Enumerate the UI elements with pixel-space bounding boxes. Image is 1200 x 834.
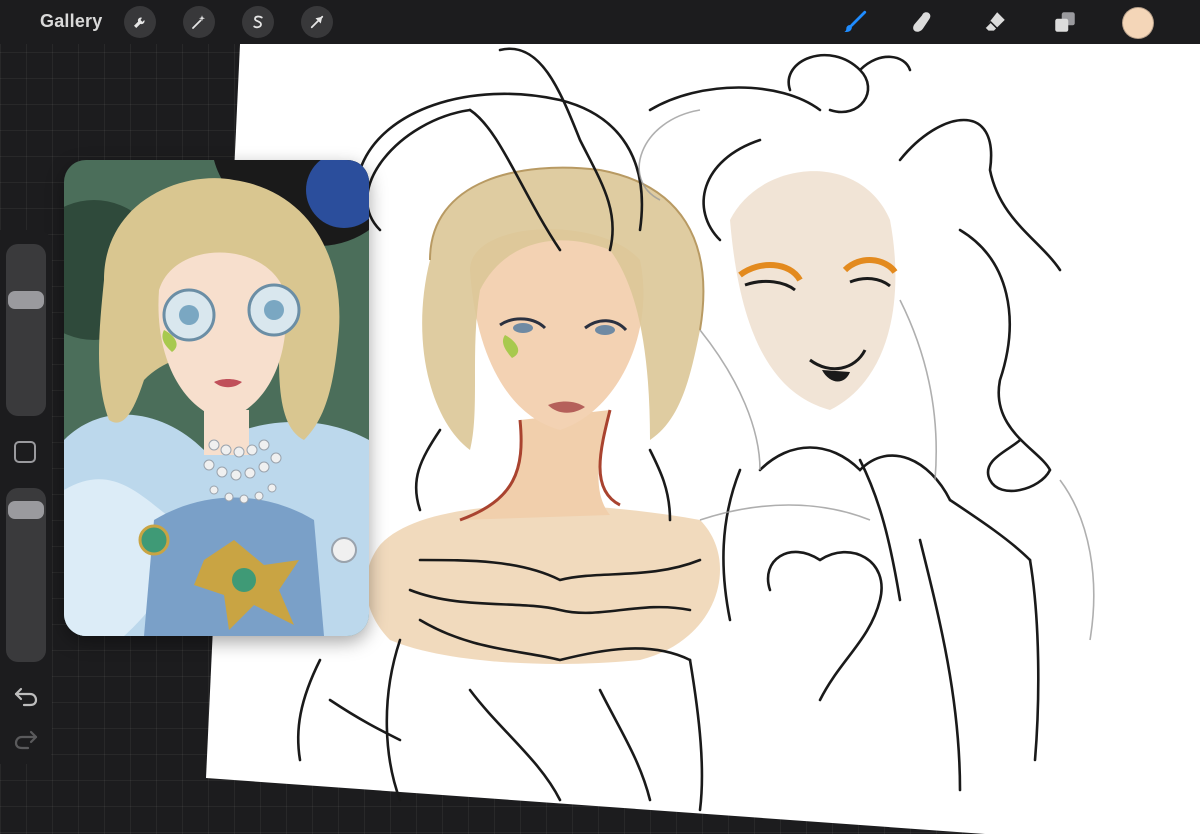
layers-button[interactable] [1051, 8, 1079, 36]
opacity-thumb[interactable] [8, 500, 44, 519]
brush-icon [844, 10, 867, 33]
color-picker-swatch[interactable] [1122, 7, 1154, 39]
transform-button[interactable] [301, 6, 333, 38]
modify-button[interactable] [14, 441, 36, 463]
reference-illustration [64, 160, 369, 636]
eraser-button[interactable] [981, 8, 1009, 36]
undo-icon [14, 687, 38, 707]
brush-size-thumb[interactable] [8, 291, 44, 309]
arrow-cursor-icon [310, 15, 324, 29]
brush-button[interactable] [841, 8, 869, 36]
redo-icon [14, 730, 38, 750]
procreate-app: Gallery [0, 0, 1200, 834]
left-figure-skin-wash [366, 505, 720, 664]
gallery-button[interactable]: Gallery [40, 11, 102, 32]
actions-button[interactable] [124, 6, 156, 38]
opacity-slider[interactable] [6, 488, 46, 662]
redo-button[interactable] [12, 727, 40, 751]
layers-icon [1055, 12, 1075, 32]
brush-size-slider[interactable] [6, 244, 46, 416]
reference-window[interactable] [64, 160, 369, 636]
magic-wand-icon [192, 15, 205, 29]
eraser-icon [984, 12, 1005, 31]
smudge-finger-icon [913, 12, 931, 32]
adjustments-button[interactable] [183, 6, 215, 38]
selection-button[interactable] [242, 6, 274, 38]
left-sidebar [0, 230, 52, 764]
smudge-button[interactable] [909, 8, 937, 36]
selection-s-icon [253, 15, 263, 29]
wrench-icon [134, 17, 145, 28]
undo-button[interactable] [12, 684, 40, 708]
top-toolbar: Gallery [0, 0, 1200, 44]
